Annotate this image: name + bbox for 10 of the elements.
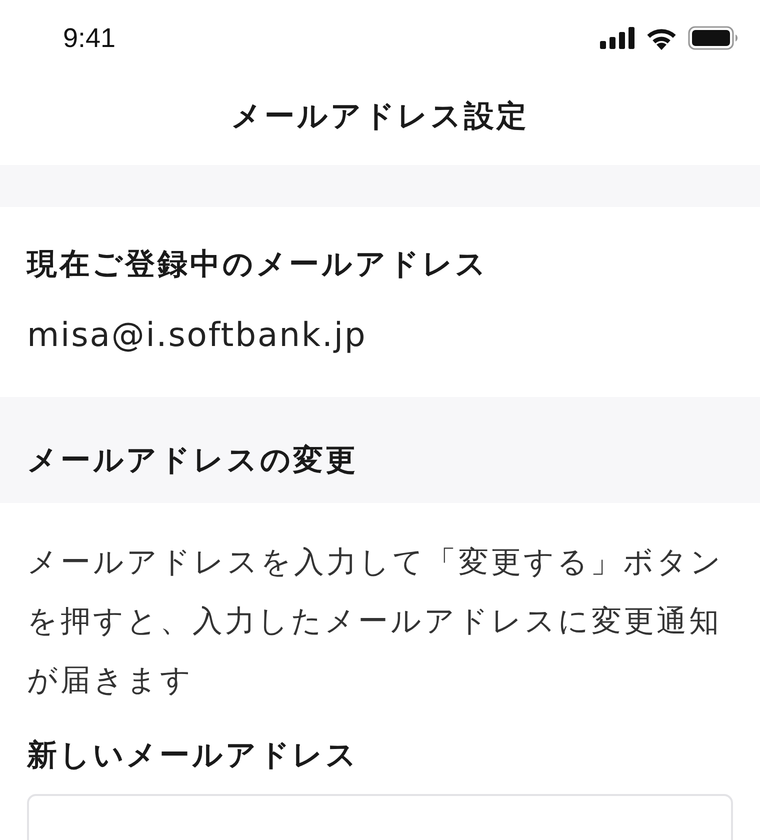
section-heading: 現在ご登録中のメールアドレス bbox=[27, 247, 490, 283]
status-time: 9:41 bbox=[63, 24, 116, 52]
battery-icon bbox=[688, 26, 738, 50]
current-email: misa@i.softbank.jp bbox=[27, 317, 368, 353]
page-title: メールアドレス設定 bbox=[231, 98, 529, 134]
instruction-text: メールアドレスを入力して「変更する」ボタンを押すと、入力したメールアドレスに変更通知が届きます bbox=[27, 544, 724, 700]
field-label: 新しいメールアドレス bbox=[27, 738, 360, 774]
signal-icon bbox=[600, 27, 635, 49]
wifi-icon bbox=[645, 26, 678, 50]
section-heading: メールアドレスの変更 bbox=[27, 443, 359, 479]
